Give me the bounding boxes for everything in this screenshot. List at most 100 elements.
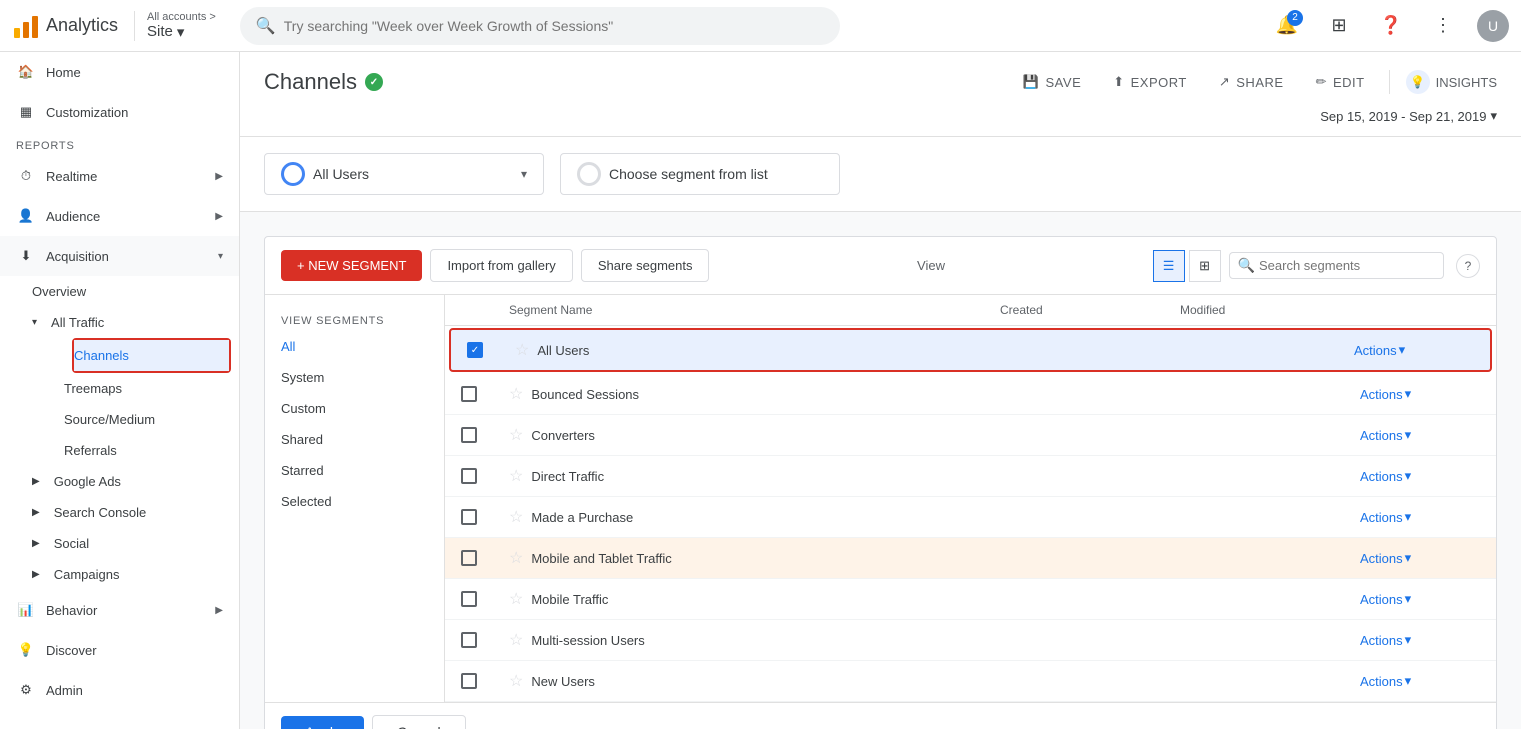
more-options-button[interactable]: ⋮ [1425, 8, 1461, 44]
search-input[interactable] [284, 18, 824, 34]
star-icon-1[interactable]: ☆ [509, 384, 523, 404]
topnav-actions: 🔔 2 ⊞ ❓ ⋮ U [1269, 8, 1509, 44]
filter-shared[interactable]: Shared [265, 424, 444, 455]
segment-chip-choose[interactable]: Choose segment from list [560, 153, 840, 195]
star-icon-4[interactable]: ☆ [509, 507, 523, 527]
edit-icon: ✏ [1316, 74, 1327, 90]
filter-custom[interactable]: Custom [265, 393, 444, 424]
campaigns-chevron-icon: ▶ [32, 569, 40, 580]
apply-button[interactable]: Apply [281, 716, 364, 729]
sidebar-item-channels[interactable]: Channels [74, 340, 229, 371]
row-checkbox-4[interactable] [461, 509, 477, 525]
share-segments-button[interactable]: Share segments [581, 249, 710, 282]
col-created: Created [1000, 303, 1180, 317]
actions-dropdown-6[interactable]: Actions ▾ [1360, 591, 1480, 607]
sidebar-item-source-medium[interactable]: Source/Medium [64, 404, 239, 435]
segment-name-cell: ☆ Bounced Sessions [509, 384, 1000, 404]
insights-button[interactable]: 💡 INSIGHTS [1389, 70, 1497, 94]
share-button[interactable]: ↗ SHARE [1211, 68, 1292, 96]
star-icon-3[interactable]: ☆ [509, 466, 523, 486]
new-segment-button[interactable]: + NEW SEGMENT [281, 250, 422, 281]
row-checkbox-0[interactable]: ✓ [467, 342, 483, 358]
filter-starred[interactable]: Starred [265, 455, 444, 486]
help-icon: ❓ [1380, 15, 1402, 36]
sidebar-source-medium-label: Source/Medium [64, 412, 155, 427]
star-icon-8[interactable]: ☆ [509, 671, 523, 691]
row-checkbox-6[interactable] [461, 591, 477, 607]
edit-button[interactable]: ✏ EDIT [1308, 68, 1373, 96]
sidebar-item-discover[interactable]: 💡 Discover [0, 630, 239, 670]
filter-all[interactable]: All [265, 331, 444, 362]
sidebar-item-acquisition[interactable]: ⬇ Acquisition ▾ [0, 236, 239, 276]
sidebar-item-realtime[interactable]: ⏱ Realtime ▶ [0, 156, 239, 196]
sidebar-item-google-ads[interactable]: ▶ Google Ads [32, 466, 239, 497]
row-checkbox-7[interactable] [461, 632, 477, 648]
import-from-gallery-button[interactable]: Import from gallery [430, 249, 572, 282]
segment-row-name-5: Mobile and Tablet Traffic [531, 551, 671, 566]
row-checkbox-3[interactable] [461, 468, 477, 484]
global-search[interactable]: 🔍 [240, 7, 840, 45]
row-checkbox-2[interactable] [461, 427, 477, 443]
filter-selected[interactable]: Selected [265, 486, 444, 517]
table-row: ☆ Converters Actions ▾ [445, 415, 1496, 456]
save-button[interactable]: 💾 SAVE [1015, 68, 1089, 96]
search-segments-input[interactable] [1259, 258, 1435, 273]
sidebar-item-campaigns[interactable]: ▶ Campaigns [32, 559, 239, 590]
sidebar-item-customization[interactable]: ▦ Customization [0, 92, 239, 132]
segment-chip-all-users[interactable]: All Users ▾ [264, 153, 544, 195]
sidebar-item-home[interactable]: 🏠 Home [0, 52, 239, 92]
star-icon-7[interactable]: ☆ [509, 630, 523, 650]
notifications-button[interactable]: 🔔 2 [1269, 8, 1305, 44]
actions-dropdown-5[interactable]: Actions ▾ [1360, 550, 1480, 566]
sidebar-item-all-traffic[interactable]: ▾ All Traffic [32, 307, 239, 338]
all-traffic-submenu: Channels Treemaps Source/Medium Referral… [32, 338, 239, 466]
actions-dropdown-4[interactable]: Actions ▾ [1360, 509, 1480, 525]
user-avatar[interactable]: U [1477, 10, 1509, 42]
actions-chevron-icon: ▾ [1405, 468, 1412, 484]
actions-dropdown-7[interactable]: Actions ▾ [1360, 632, 1480, 648]
star-icon-0[interactable]: ☆ [515, 340, 529, 360]
cancel-button[interactable]: Cancel [372, 715, 466, 729]
sidebar-item-social[interactable]: ▶ Social [32, 528, 239, 559]
sidebar-item-overview[interactable]: Overview [32, 276, 239, 307]
row-checkbox-1[interactable] [461, 386, 477, 402]
sidebar-item-behavior[interactable]: 📊 Behavior ▶ [0, 590, 239, 630]
logo-area: Analytics [12, 12, 118, 40]
insights-icon: 💡 [1406, 70, 1430, 94]
account-selector[interactable]: All accounts > Site ▾ [134, 11, 216, 41]
filter-system[interactable]: System [265, 362, 444, 393]
row-checkbox-8[interactable] [461, 673, 477, 689]
actions-dropdown-2[interactable]: Actions ▾ [1360, 427, 1480, 443]
sidebar-item-referrals[interactable]: Referrals [64, 435, 239, 466]
search-console-chevron-icon: ▶ [32, 507, 40, 518]
help-button[interactable]: ❓ [1373, 8, 1409, 44]
segment-row-name-4: Made a Purchase [531, 510, 633, 525]
actions-chevron-icon: ▾ [1405, 550, 1412, 566]
search-segments-icon: 🔍 [1238, 257, 1255, 274]
star-icon-2[interactable]: ☆ [509, 425, 523, 445]
row-checkbox-5[interactable] [461, 550, 477, 566]
actions-dropdown-3[interactable]: Actions ▾ [1360, 468, 1480, 484]
analytics-logo-icon [12, 12, 40, 40]
actions-dropdown-0[interactable]: Actions ▾ [1354, 342, 1474, 358]
export-button[interactable]: ⬆ EXPORT [1105, 68, 1195, 96]
segments-help-button[interactable]: ? [1456, 254, 1480, 278]
acquisition-submenu: Overview ▾ All Traffic Channels Treemaps… [0, 276, 239, 590]
actions-dropdown-1[interactable]: Actions ▾ [1360, 386, 1480, 402]
sidebar-item-treemaps[interactable]: Treemaps [64, 373, 239, 404]
search-segments-field[interactable]: 🔍 [1229, 252, 1444, 279]
actions-dropdown-8[interactable]: Actions ▾ [1360, 673, 1480, 689]
sidebar-home-label: Home [46, 65, 81, 80]
grid-view-button[interactable]: ⊞ [1189, 250, 1221, 282]
table-row: ☆ Bounced Sessions Actions ▾ [445, 374, 1496, 415]
star-icon-5[interactable]: ☆ [509, 548, 523, 568]
segment-name-cell: ☆ All Users [515, 340, 994, 360]
sidebar-item-admin[interactable]: ⚙ Admin [0, 670, 239, 710]
sidebar-item-audience[interactable]: 👤 Audience ▶ [0, 196, 239, 236]
list-view-button[interactable]: ☰ [1153, 250, 1185, 282]
star-icon-6[interactable]: ☆ [509, 589, 523, 609]
apps-button[interactable]: ⊞ [1321, 8, 1357, 44]
date-range-selector[interactable]: Sep 15, 2019 - Sep 21, 2019 ▾ [264, 108, 1497, 136]
account-site-label[interactable]: Site ▾ [147, 23, 216, 41]
sidebar-item-search-console[interactable]: ▶ Search Console [32, 497, 239, 528]
